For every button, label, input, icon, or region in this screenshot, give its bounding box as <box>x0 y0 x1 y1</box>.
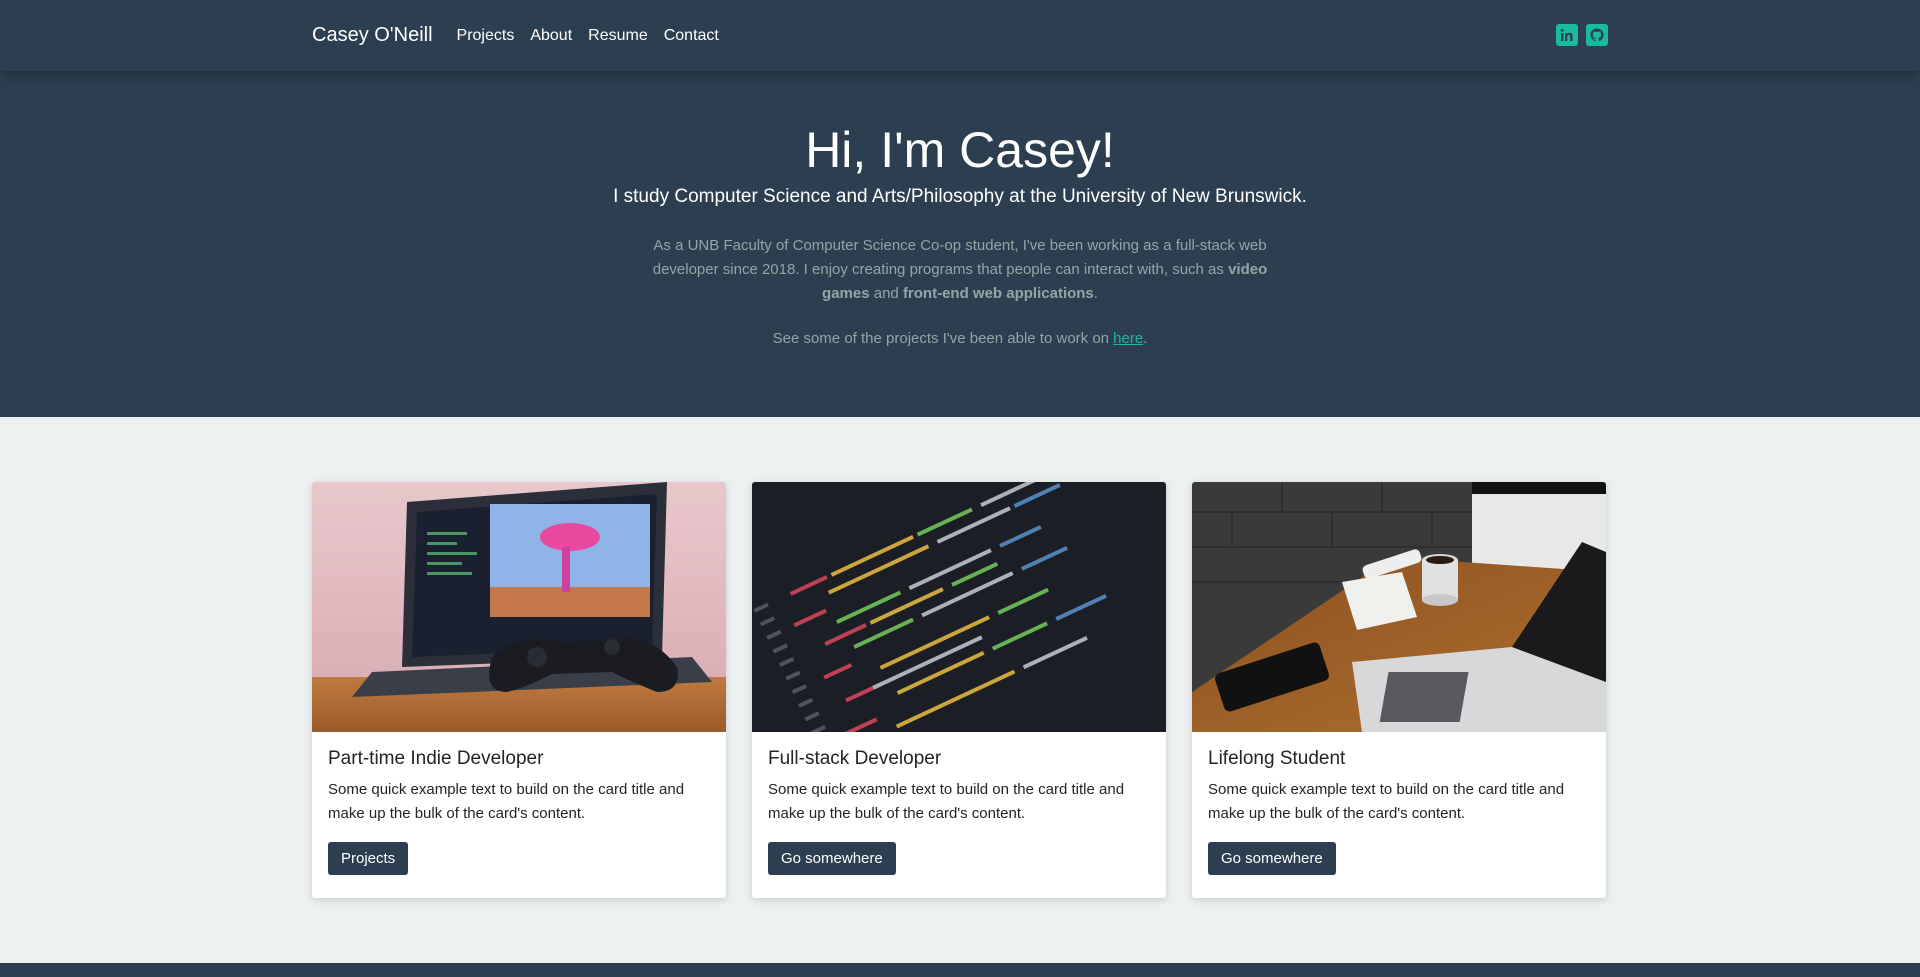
hero-title: Hi, I'm Casey! <box>805 122 1115 178</box>
hero-see-projects: See some of the projects I've been able … <box>0 330 1920 347</box>
card-title: Full-stack Developer <box>768 748 942 769</box>
card-text: Some quick example text to build on the … <box>1208 781 1565 822</box>
nav-link-projects[interactable]: Projects <box>457 27 515 45</box>
card-indie-developer: Part-time Indie Developer Some quick exa… <box>312 482 726 898</box>
nav-link-contact[interactable]: Contact <box>664 27 719 45</box>
card-title: Lifelong Student <box>1208 748 1346 769</box>
card-body: Part-time Indie Developer Some quick exa… <box>312 748 726 875</box>
hero-blurb: As a UNB Faculty of Computer Science Co-… <box>640 234 1280 306</box>
card-fullstack-developer: Full-stack Developer Some quick example … <box>752 482 1166 898</box>
brand-link[interactable]: Casey O'Neill <box>312 24 433 47</box>
card-body: Lifelong Student Some quick example text… <box>1192 748 1606 875</box>
see-end: . <box>1143 330 1148 347</box>
navbar: Casey O'Neill Projects About Resume Cont… <box>0 0 1920 71</box>
nav-link-about[interactable]: About <box>530 27 572 45</box>
card-body: Full-stack Developer Some quick example … <box>752 748 1166 875</box>
card-image-code-screen <box>752 482 1166 732</box>
see-text: See some of the projects I've been able … <box>772 330 1114 347</box>
blurb-text-3: . <box>1093 285 1098 302</box>
projects-button[interactable]: Projects <box>328 842 409 875</box>
blurb-bold-2: front-end web applications <box>902 285 1094 302</box>
card-text: Some quick example text to build on the … <box>328 781 685 822</box>
navbar-container: Casey O'Neill Projects About Resume Cont… <box>312 0 1608 71</box>
blurb-text-2: and <box>869 285 903 302</box>
blurb-text-1: As a UNB Faculty of Computer Science Co-… <box>652 237 1267 278</box>
go-somewhere-button[interactable]: Go somewhere <box>1208 842 1336 875</box>
footer <box>0 963 1920 977</box>
hero-lead: I study Computer Science and Arts/Philos… <box>613 186 1307 207</box>
nav-link-resume[interactable]: Resume <box>588 27 648 45</box>
card-text: Some quick example text to build on the … <box>768 781 1125 822</box>
card-lifelong-student: Lifelong Student Some quick example text… <box>1192 482 1606 898</box>
linkedin-icon[interactable] <box>1556 24 1578 46</box>
hero-section: Hi, I'm Casey! I study Computer Science … <box>0 71 1920 417</box>
social-links <box>1556 24 1608 46</box>
card-image-laptop-game <box>312 482 726 732</box>
go-somewhere-button[interactable]: Go somewhere <box>768 842 896 875</box>
here-link[interactable]: here <box>1113 330 1143 347</box>
card-image-desk-laptop <box>1192 482 1606 732</box>
card-title: Part-time Indie Developer <box>328 748 544 769</box>
github-icon[interactable] <box>1586 24 1608 46</box>
